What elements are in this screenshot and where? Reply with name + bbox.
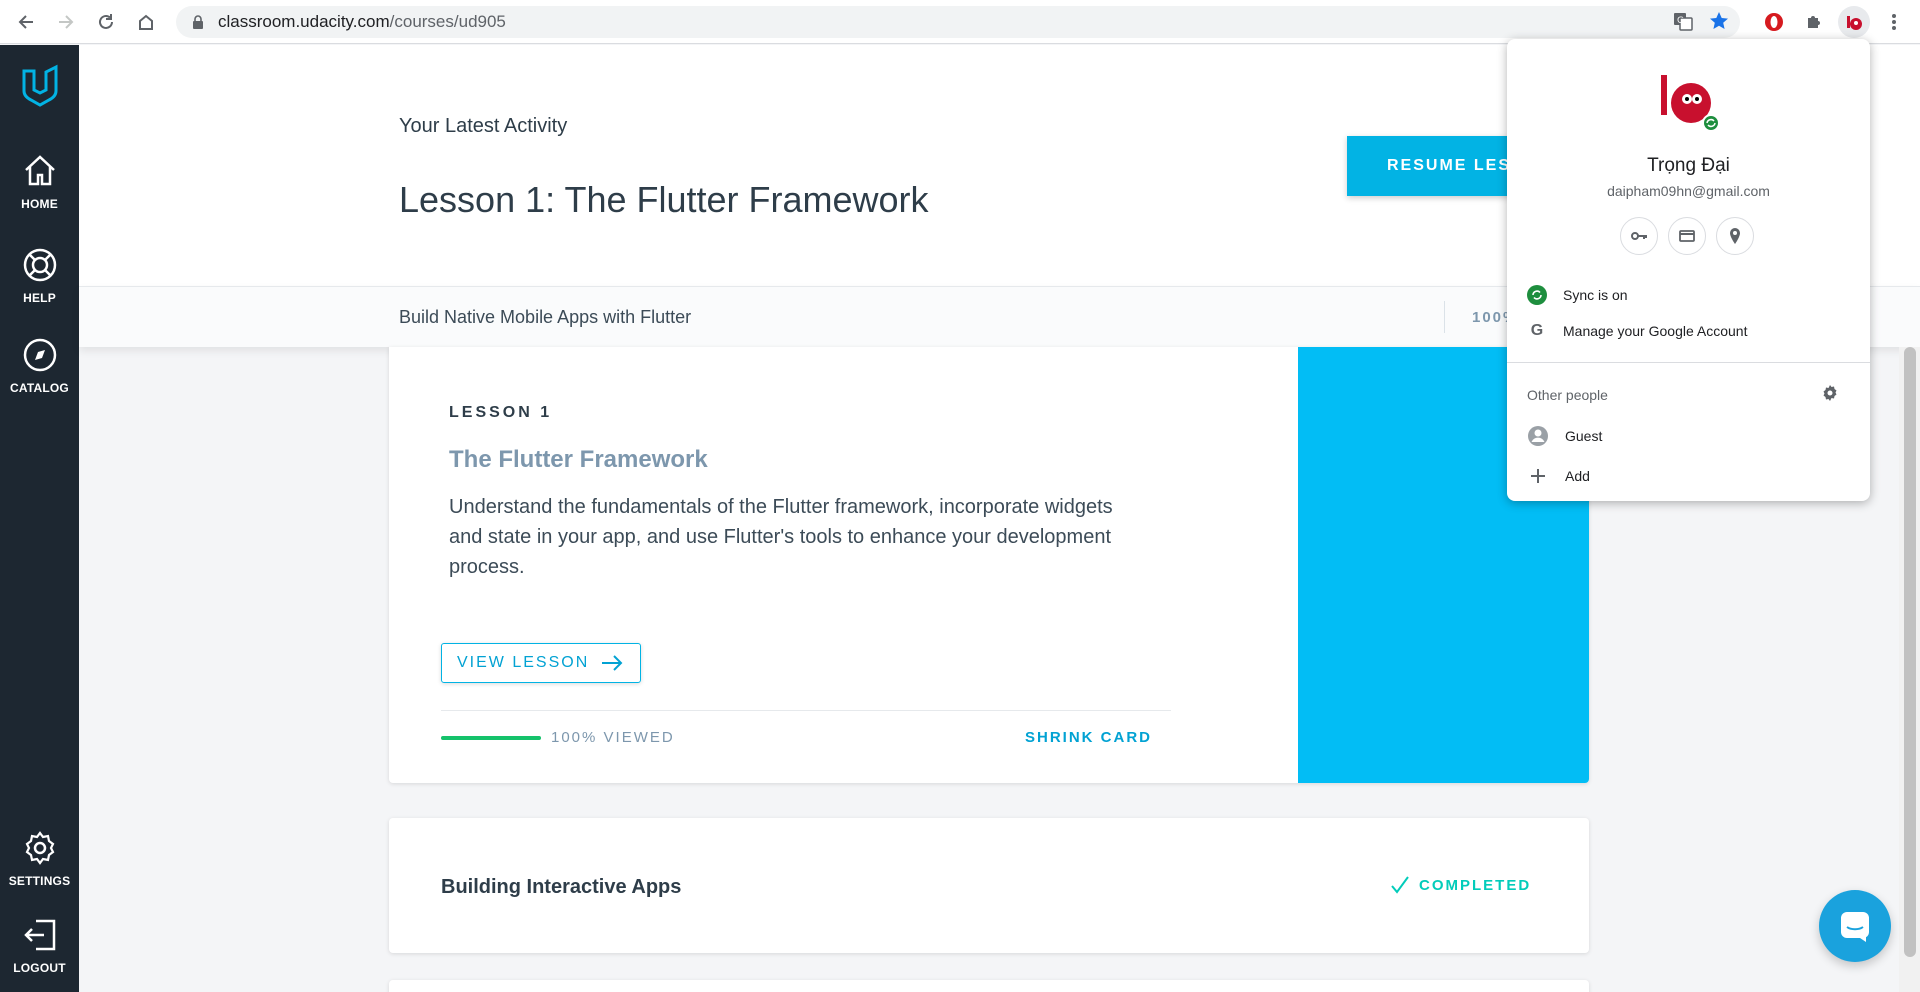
course-name[interactable]: Build Native Mobile Apps with Flutter — [399, 307, 691, 328]
viewed-label: 100% VIEWED — [551, 729, 675, 746]
sidebar-item-label: SETTINGS — [8, 874, 71, 888]
passwords-button[interactable] — [1620, 217, 1658, 255]
url-path: /courses/ud905 — [389, 12, 506, 31]
course-bar-divider — [1444, 301, 1445, 333]
next-lesson-title: Building Interactive Apps — [441, 876, 682, 898]
sidebar-item-label: LOGOUT — [13, 961, 66, 975]
lesson-card: LESSON 1 The Flutter Framework Understan… — [389, 347, 1589, 783]
sidebar-item-help[interactable]: HELP — [0, 245, 79, 307]
chat-launcher-button[interactable] — [1819, 890, 1891, 962]
opera-extension-icon[interactable] — [1758, 6, 1790, 38]
location-pin-icon — [1730, 228, 1740, 244]
lesson-progress-fill — [441, 736, 541, 740]
addresses-button[interactable] — [1716, 217, 1754, 255]
lesson-title: The Flutter Framework — [449, 446, 708, 473]
browser-menu-icon[interactable] — [1878, 6, 1910, 38]
svg-text:G: G — [1677, 16, 1684, 26]
udacity-logo[interactable] — [20, 63, 60, 107]
forward-arrow-icon — [59, 14, 74, 29]
reload-icon — [99, 13, 113, 29]
view-lesson-button[interactable]: VIEW LESSON — [441, 643, 641, 683]
home-icon — [24, 155, 55, 186]
other-people-label: Other people — [1527, 387, 1608, 403]
sync-label: Sync is on — [1563, 287, 1628, 303]
sidebar-item-settings[interactable]: SETTINGS — [0, 828, 79, 890]
home-button[interactable] — [126, 0, 166, 44]
next-lesson-card[interactable]: Building Interactive Apps COMPLETED — [389, 818, 1589, 953]
sidebar-item-catalog[interactable]: CATALOG — [0, 335, 79, 397]
key-icon — [1631, 232, 1647, 240]
shrink-card-button[interactable]: SHRINK CARD — [1025, 729, 1152, 746]
add-label: Add — [1565, 468, 1590, 484]
lock-icon — [190, 14, 206, 30]
address-bar[interactable]: classroom.udacity.com/courses/ud905 G — [176, 6, 1740, 38]
guest-avatar-icon — [1528, 426, 1548, 446]
sidebar-item-home[interactable]: HOME — [0, 151, 79, 213]
sidebar-item-label: CATALOG — [10, 381, 69, 395]
guest-profile-row[interactable]: Guest — [1527, 425, 1602, 447]
profile-popup: Trọng Đại daipham09hn@gmail.com Sync is … — [1507, 39, 1870, 501]
compass-icon — [23, 338, 56, 372]
reload-button[interactable] — [86, 0, 126, 44]
lesson-description: Understand the fundamentals of the Flutt… — [449, 496, 1113, 578]
manage-account-row[interactable]: G Manage your Google Account — [1527, 322, 1748, 340]
plus-icon — [1531, 469, 1545, 483]
latest-activity-label: Your Latest Activity — [399, 115, 568, 137]
lesson-number: LESSON 1 — [449, 404, 553, 421]
url-text: classroom.udacity.com/courses/ud905 — [218, 12, 506, 32]
browser-toolbar: classroom.udacity.com/courses/ud905 G — [0, 0, 1920, 44]
manage-account-label: Manage your Google Account — [1563, 323, 1748, 339]
back-arrow-icon — [18, 14, 33, 29]
sidebar: HOME HELP CATALOG SETTINGS LOGOUT — [0, 45, 79, 992]
translate-icon[interactable]: G — [1672, 10, 1694, 37]
back-button[interactable] — [6, 0, 46, 44]
latest-activity-title: Lesson 1: The Flutter Framework — [399, 179, 929, 220]
view-lesson-label: VIEW LESSON — [457, 654, 590, 671]
next-lesson-card-partial — [389, 980, 1589, 992]
credit-card-icon — [1679, 230, 1695, 242]
sync-icon — [1527, 285, 1547, 305]
bookmark-star-icon[interactable] — [1708, 10, 1730, 37]
popup-divider — [1507, 362, 1870, 363]
profile-name: Trọng Đại — [1647, 155, 1730, 176]
browser-home-icon — [139, 14, 153, 30]
completed-label: COMPLETED — [1419, 876, 1532, 894]
google-icon: G — [1530, 322, 1544, 339]
completed-status: COMPLETED — [1389, 874, 1531, 896]
add-profile-row[interactable]: Add — [1527, 465, 1590, 487]
forward-button[interactable] — [46, 0, 86, 44]
lesson-progress-bar — [441, 736, 541, 740]
sidebar-item-label: HELP — [23, 291, 56, 305]
lifebuoy-icon — [23, 248, 56, 282]
logout-icon — [23, 919, 55, 951]
sidebar-item-label: HOME — [21, 197, 58, 211]
sidebar-item-logout[interactable]: LOGOUT — [0, 915, 79, 977]
profile-email: daipham09hn@gmail.com — [1607, 183, 1770, 199]
manage-people-gear-icon[interactable] — [1821, 384, 1839, 407]
profile-avatar-button[interactable] — [1838, 6, 1870, 38]
profile-avatar — [1655, 67, 1723, 135]
scrollbar-thumb[interactable] — [1904, 347, 1916, 957]
extensions-puzzle-icon[interactable] — [1798, 6, 1830, 38]
chat-icon — [1841, 912, 1869, 942]
gear-icon — [25, 831, 54, 865]
guest-label: Guest — [1565, 428, 1603, 444]
url-domain: classroom.udacity.com — [218, 12, 390, 31]
payment-methods-button[interactable] — [1668, 217, 1706, 255]
card-divider — [441, 710, 1171, 711]
checkmark-icon — [1391, 876, 1409, 894]
arrow-right-icon — [602, 655, 623, 671]
sync-row[interactable]: Sync is on — [1527, 285, 1628, 305]
